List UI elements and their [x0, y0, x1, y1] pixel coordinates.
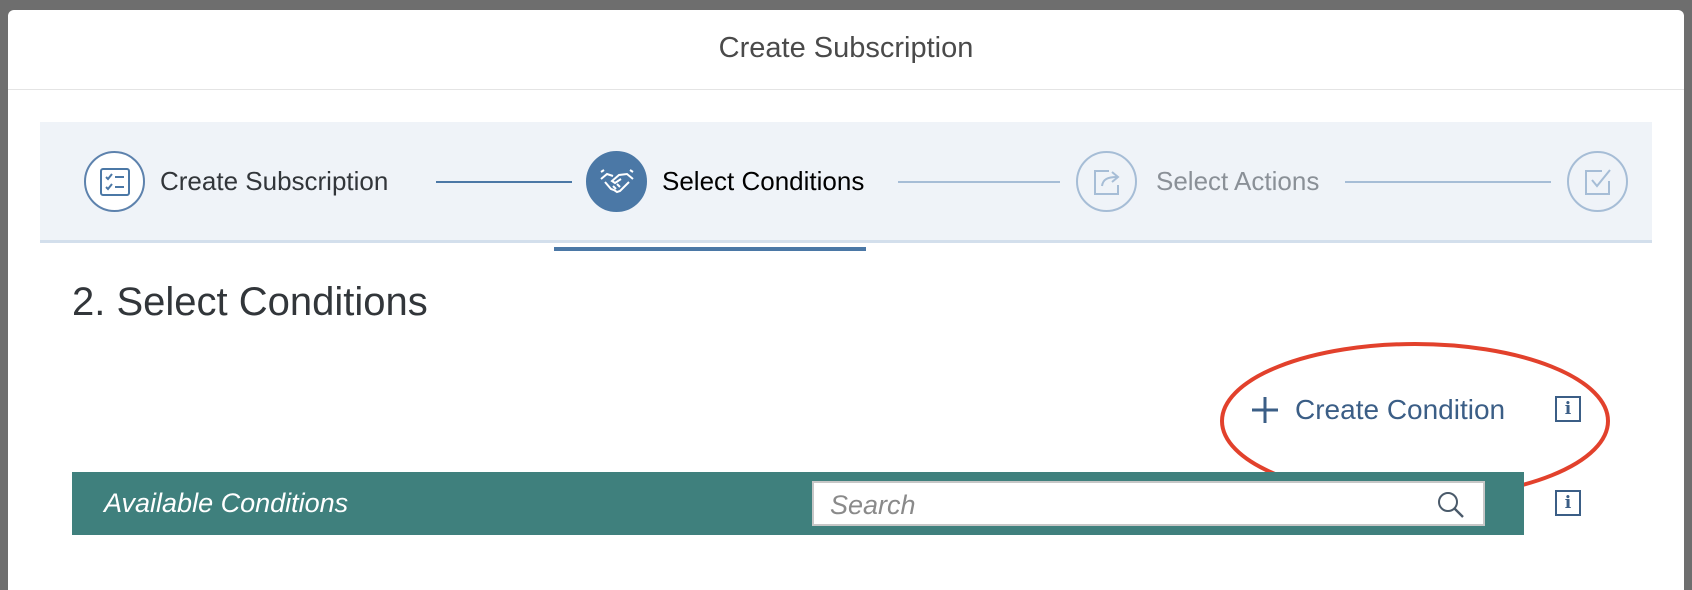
create-condition-info-icon[interactable]: i	[1555, 396, 1581, 422]
wizard-step-3-button[interactable]	[1076, 151, 1137, 212]
create-subscription-dialog: Create Subscription Create Subscription	[8, 10, 1684, 590]
active-step-indicator	[554, 247, 866, 251]
handshake-icon	[599, 168, 634, 193]
checkbox-icon	[1584, 168, 1611, 195]
available-conditions-toolbar: Available Conditions	[72, 472, 1524, 535]
search-field[interactable]	[812, 481, 1485, 526]
wizard-connector-3	[1345, 181, 1551, 183]
search-input[interactable]	[828, 487, 1412, 523]
wizard-connector-1	[436, 181, 572, 183]
wizard-step-2-button[interactable]	[586, 151, 647, 212]
create-condition-button[interactable]: Create Condition	[1249, 394, 1505, 426]
wizard-progress: Create Subscription Select Conditions Se…	[40, 122, 1652, 243]
section-title: 2. Select Conditions	[72, 280, 428, 324]
wizard-step-1-button[interactable]	[84, 151, 145, 212]
create-condition-label: Create Condition	[1295, 394, 1506, 425]
share-arrow-icon	[1093, 169, 1120, 195]
checklist-icon	[99, 167, 130, 196]
wizard-step-4-button[interactable]	[1567, 151, 1628, 212]
search-icon[interactable]	[1437, 491, 1465, 519]
dialog-header: Create Subscription	[8, 10, 1684, 90]
dialog-title: Create Subscription	[718, 32, 974, 64]
wizard-connector-2	[898, 181, 1060, 183]
available-conditions-info-icon[interactable]: i	[1555, 490, 1581, 516]
wizard-step-3-label[interactable]: Select Actions	[1156, 166, 1319, 196]
available-conditions-title: Available Conditions	[104, 488, 349, 518]
wizard-step-1-label[interactable]: Create Subscription	[160, 166, 388, 196]
wizard-step-2-label[interactable]: Select Conditions	[662, 166, 864, 196]
plus-icon	[1252, 397, 1278, 423]
